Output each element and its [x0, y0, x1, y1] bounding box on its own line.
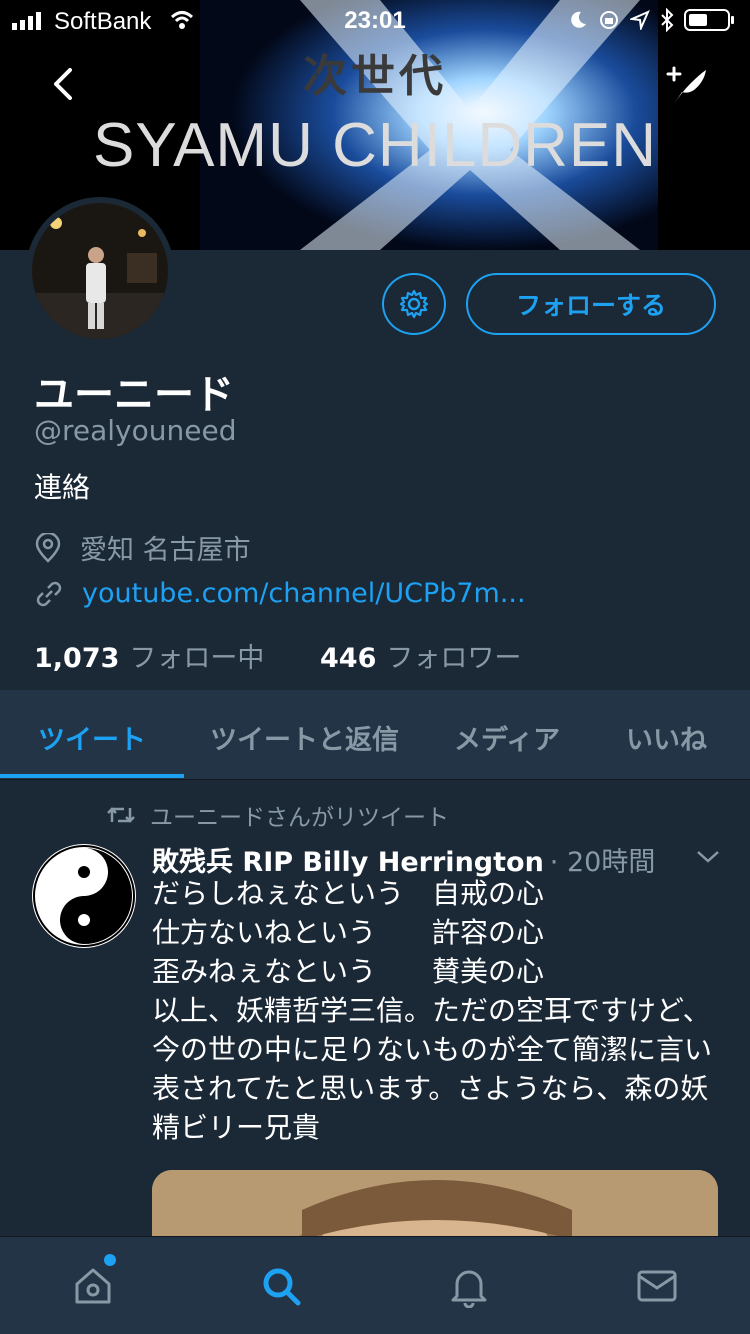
nav-messages[interactable] — [632, 1261, 682, 1311]
profile-bio: 連絡 — [34, 471, 91, 504]
home-icon — [75, 1268, 111, 1304]
followers-label: フォロワー — [386, 643, 522, 674]
tab-likes[interactable]: いいね — [626, 718, 707, 757]
profile-name: ユーニード — [34, 372, 234, 418]
home-unread-dot — [104, 1254, 116, 1266]
rotation-lock-icon — [600, 11, 618, 29]
tab-tweets[interactable]: ツイート — [38, 718, 146, 757]
profile-tabs: ツイート ツイートと返信 メディア いいね — [0, 690, 750, 780]
profile-location: 愛知 名古屋市 — [34, 528, 251, 567]
battery-icon — [684, 9, 734, 31]
retweet-label: ユーニードさんがリツイート — [150, 805, 449, 831]
tab-media[interactable]: メディア — [454, 718, 560, 757]
avatar-photo — [32, 203, 168, 339]
tweet-menu-chevron-icon[interactable] — [694, 846, 722, 866]
retweet-context: ユーニードさんがリツイート — [106, 798, 449, 832]
location-text: 愛知 名古屋市 — [80, 535, 251, 566]
bluetooth-icon — [661, 8, 674, 32]
followers-stat[interactable]: 446 フォロワー — [320, 636, 521, 675]
following-stat[interactable]: 1,073 フォロー中 — [34, 636, 320, 675]
mail-icon — [637, 1270, 677, 1302]
back-button[interactable] — [44, 62, 84, 106]
retweet-icon — [107, 807, 135, 823]
tweet-text: だらしねぇなという 自戒の心 仕方ないねという 許容の心 歪みねぇなという 賛美… — [152, 877, 713, 1144]
banner-kanji: 次世代 — [303, 51, 447, 102]
nav-notifications[interactable] — [444, 1261, 494, 1311]
location-pin-icon — [35, 532, 61, 563]
tab-tweets-replies[interactable]: ツイートと返信 — [210, 718, 399, 757]
nav-search[interactable] — [256, 1261, 306, 1311]
gear-icon — [399, 289, 429, 319]
follow-button[interactable]: フォローする — [466, 273, 716, 335]
banner-title: SYAMU CHILDREN — [92, 111, 658, 180]
tweet-author-avatar[interactable] — [32, 844, 136, 948]
active-tab-indicator — [0, 774, 184, 778]
status-bar: SoftBank 23:01 — [0, 0, 750, 40]
following-count: 1,073 — [34, 643, 120, 674]
settings-button[interactable] — [382, 273, 446, 335]
link-url[interactable]: youtube.com/channel/UCPb7m... — [82, 578, 526, 609]
link-icon — [36, 581, 62, 606]
follow-counts: 1,073 フォロー中 446 フォロワー — [34, 636, 521, 675]
bottom-navigation — [0, 1236, 750, 1334]
profile-handle: @realyouneed — [34, 414, 237, 447]
profile-avatar[interactable] — [26, 197, 174, 345]
following-label: フォロー中 — [129, 643, 265, 674]
moon-icon — [571, 11, 586, 28]
yin-yang-icon — [33, 845, 135, 947]
nav-home[interactable] — [68, 1261, 118, 1311]
location-arrow-icon — [630, 10, 650, 30]
bell-icon — [451, 1270, 487, 1308]
compose-tweet-button[interactable] — [660, 62, 710, 108]
search-icon — [263, 1268, 301, 1306]
profile-link[interactable]: youtube.com/channel/UCPb7m... — [34, 578, 526, 609]
followers-count: 446 — [320, 643, 377, 674]
